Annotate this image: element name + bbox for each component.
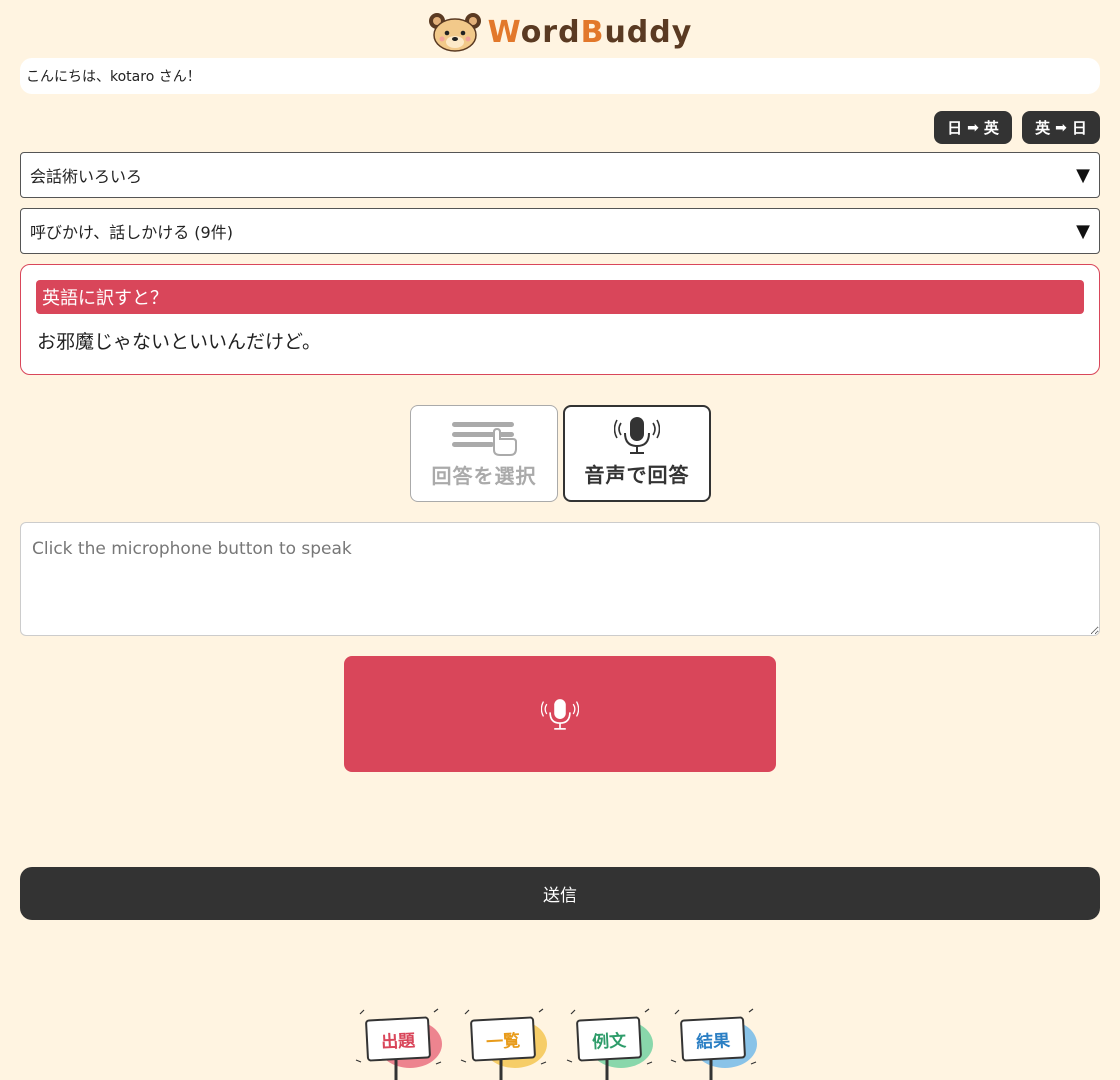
- subcategory-select[interactable]: 呼びかけ、話しかける (9件) ▼: [20, 208, 1100, 254]
- arrow-right-icon: ➡: [967, 119, 979, 136]
- nav-results-button[interactable]: 結果: [665, 1000, 761, 1080]
- bear-logo-icon: [428, 13, 481, 52]
- question-card: 英語に訳すと？ お邪魔じゃないといいんだけど。: [20, 264, 1100, 375]
- nav-label: 例文: [575, 1016, 643, 1062]
- question-text: お邪魔じゃないといいんだけど。: [37, 331, 322, 353]
- nav-example-button[interactable]: 例文: [561, 1000, 657, 1080]
- arrow-right-icon: ➡: [1055, 119, 1067, 136]
- nav-label: 出題: [364, 1016, 432, 1062]
- app-logo[interactable]: WordBuddy: [0, 10, 1120, 54]
- category-select[interactable]: 会話術いろいろ ▼: [20, 152, 1100, 198]
- answer-textarea[interactable]: [20, 522, 1100, 636]
- dropdown-caret-icon: ▼: [1076, 220, 1090, 242]
- nav-label: 結果: [679, 1016, 747, 1062]
- to-lang-label: 英: [983, 119, 999, 137]
- to-lang-label: 日: [1071, 119, 1087, 137]
- from-lang-label: 日: [947, 119, 963, 137]
- submit-button[interactable]: 送信: [20, 867, 1100, 920]
- question-header: 英語に訳すと？: [36, 280, 1084, 314]
- nav-list-button[interactable]: 一覧: [455, 1000, 551, 1080]
- nav-quiz-button[interactable]: 出題: [350, 1000, 446, 1080]
- from-lang-label: 英: [1035, 119, 1051, 137]
- subcategory-select-value: 呼びかけ、話しかける (9件): [30, 223, 233, 242]
- en-to-ja-button[interactable]: 英 ➡ 日: [1022, 111, 1100, 144]
- list-pointer-icon: [452, 422, 517, 456]
- microphone-icon: [614, 417, 660, 454]
- category-select-value: 会話術いろいろ: [30, 167, 143, 186]
- record-microphone-button[interactable]: [344, 656, 776, 772]
- voice-answer-mode-button[interactable]: 音声で回答: [563, 405, 711, 502]
- voice-answer-label: 音声で回答: [584, 463, 690, 487]
- app-title: WordBuddy: [487, 14, 693, 50]
- ja-to-en-button[interactable]: 日 ➡ 英: [934, 111, 1012, 144]
- select-answer-label: 回答を選択: [431, 464, 537, 488]
- microphone-icon: [541, 699, 579, 730]
- select-answer-mode-button[interactable]: 回答を選択: [410, 405, 558, 502]
- dropdown-caret-icon: ▼: [1076, 164, 1090, 186]
- nav-label: 一覧: [469, 1016, 537, 1062]
- greeting-message: こんにちは、kotaro さん！: [20, 58, 1100, 94]
